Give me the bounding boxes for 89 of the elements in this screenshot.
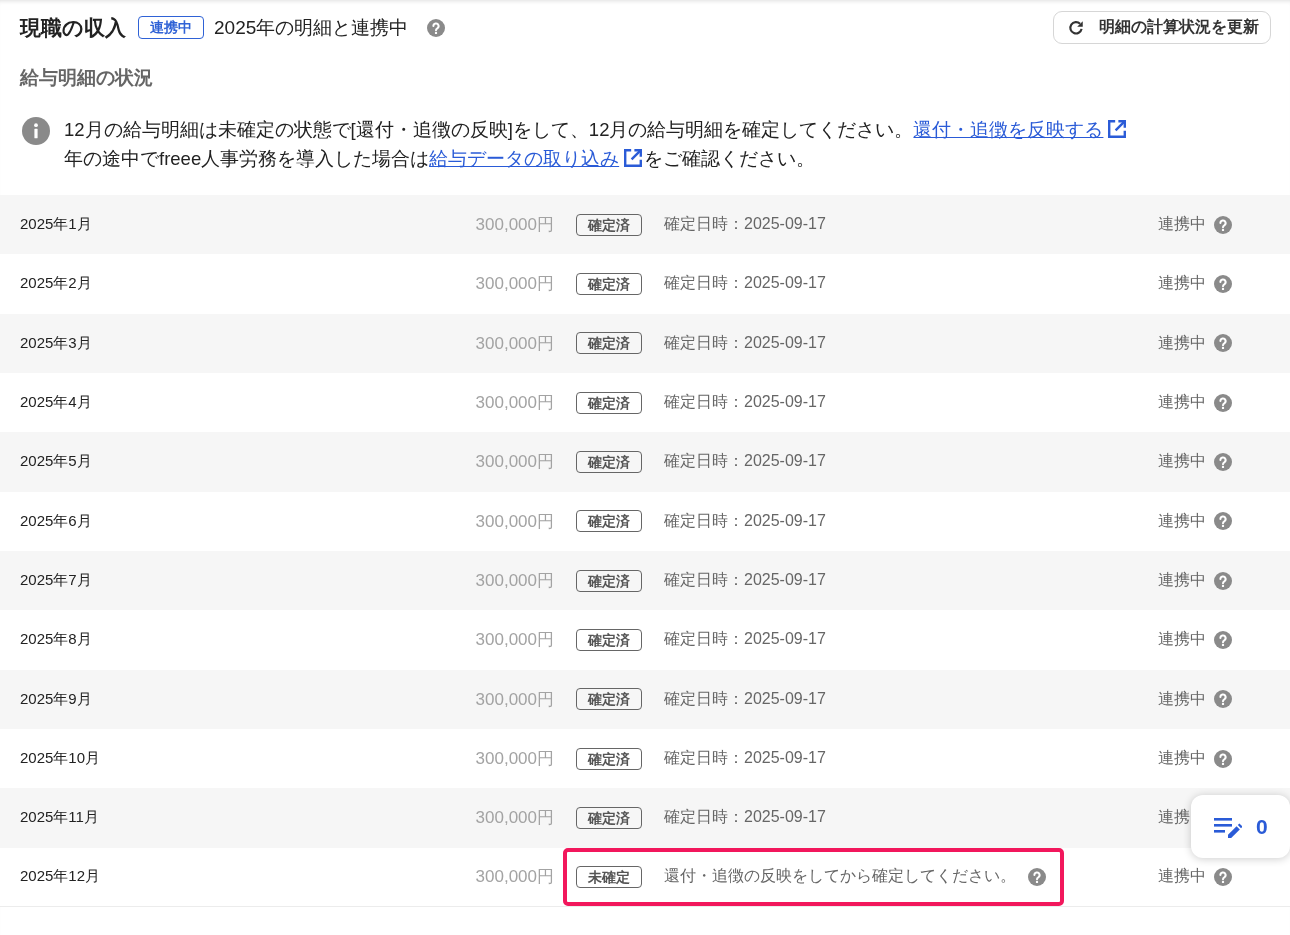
sync-description: 2025年の明細と連携中 (214, 15, 409, 40)
refresh-icon (1067, 18, 1085, 37)
notice-text: 年の途中でfreee人事労務を導入した場合は給与データの取り込み をご確認ください。 (64, 146, 816, 171)
help-link[interactable]: 還付・追徴を反映する (913, 119, 1129, 140)
note-text: 確定日時：2025-09-17 (664, 688, 826, 709)
sync-status-text: 連携中 (1158, 332, 1206, 353)
status-badge: 確定済 (576, 273, 642, 295)
help-icon[interactable] (1214, 512, 1232, 531)
sync-status-text: 連携中 (1158, 570, 1206, 591)
month-label: 2025年6月 (20, 511, 93, 531)
note-text: 確定日時：2025-09-17 (664, 807, 826, 828)
external-link-icon (1106, 118, 1129, 140)
amount-text: 300,000円 (475, 451, 554, 474)
amount-text: 300,000円 (475, 866, 554, 889)
note-text: 確定日時：2025-09-17 (664, 214, 826, 235)
help-link[interactable]: 給与データの取り込み (429, 148, 645, 169)
note-text: 還付・追徴の反映をしてから確定してください。 (664, 866, 1016, 887)
status-badge: 確定済 (576, 806, 642, 829)
notes-button[interactable]: 0 (1191, 795, 1290, 858)
amount-text: 300,000円 (475, 807, 554, 830)
notice-text: 12月の給与明細は未確定の状態で[還付・追徴の反映]をして、12月の給与明細を確定してください。還付・追徴を反映する (64, 115, 1129, 144)
amount-text: 300,000円 (475, 748, 554, 771)
amount-text: 300,000円 (475, 570, 554, 593)
page-title: 現職の収入 (20, 14, 126, 41)
amount-text: 300,000円 (475, 392, 554, 415)
status-badge: 確定済 (576, 688, 642, 711)
sync-status-text: 連携 (1158, 807, 1190, 828)
note-text: 確定日時：2025-09-17 (664, 273, 826, 294)
amount-text: 300,000円 (475, 214, 554, 237)
sync-status-text: 連携中 (1158, 510, 1206, 531)
note-text: 確定日時：2025-09-17 (664, 629, 826, 650)
month-label: 2025年4月 (20, 393, 93, 413)
amount-text: 300,000円 (475, 688, 554, 711)
help-icon[interactable] (1214, 393, 1232, 412)
section-title: 給与明細の状況 (20, 66, 153, 90)
sync-status-text: 連携中 (1158, 273, 1206, 294)
month-label: 2025年7月 (20, 571, 93, 591)
sync-status-text: 連携中 (1158, 748, 1206, 769)
external-link-icon (622, 147, 645, 169)
help-icon[interactable] (1028, 867, 1046, 886)
sync-status-text: 連携中 (1158, 451, 1206, 472)
note-text: 確定日時：2025-09-17 (664, 748, 826, 769)
amount-text: 300,000円 (475, 510, 554, 533)
sync-status-text: 連携中 (1158, 214, 1206, 235)
sync-status-text: 連携中 (1158, 866, 1206, 887)
refresh-button[interactable]: 明細の計算状況を更新 (1053, 11, 1271, 44)
status-badge: 未確定 (576, 865, 642, 888)
info-icon (22, 117, 50, 145)
month-label: 2025年10月 (20, 749, 102, 769)
help-icon[interactable] (1214, 452, 1232, 471)
status-badge: 確定済 (576, 747, 642, 770)
sync-status-badge: 連携中 (138, 16, 204, 39)
help-icon[interactable] (1214, 571, 1232, 590)
help-icon[interactable] (1214, 867, 1232, 886)
amount-text: 300,000円 (475, 273, 554, 296)
month-label: 2025年5月 (20, 452, 93, 472)
list-pencil-icon (1214, 815, 1242, 838)
help-icon[interactable] (1214, 275, 1232, 293)
help-icon[interactable] (1214, 334, 1232, 353)
status-badge: 確定済 (576, 450, 642, 473)
help-icon[interactable] (1214, 690, 1232, 709)
month-label: 2025年1月 (20, 215, 93, 235)
notes-count: 0 (1256, 814, 1268, 839)
help-icon[interactable] (1214, 630, 1232, 649)
amount-text: 300,000円 (475, 332, 554, 355)
amount-text: 300,000円 (475, 629, 554, 652)
note-text: 確定日時：2025-09-17 (664, 510, 826, 531)
sync-status-text: 連携中 (1158, 629, 1206, 650)
help-icon[interactable] (1214, 749, 1232, 768)
month-label: 2025年9月 (20, 689, 93, 709)
status-badge: 確定済 (576, 628, 642, 651)
sync-status-text: 連携中 (1158, 392, 1206, 413)
month-label: 2025年11月 (20, 808, 100, 828)
month-label: 2025年3月 (20, 333, 93, 353)
note-text: 確定日時：2025-09-17 (664, 392, 826, 413)
help-icon[interactable] (427, 18, 446, 37)
status-badge: 確定済 (576, 569, 642, 592)
status-badge: 確定済 (576, 332, 642, 355)
month-label: 2025年12月 (20, 867, 102, 887)
month-label: 2025年8月 (20, 630, 93, 650)
note-text: 確定日時：2025-09-17 (664, 570, 826, 591)
month-label: 2025年2月 (20, 274, 93, 294)
sync-status-text: 連携中 (1158, 688, 1206, 709)
help-icon[interactable] (1214, 215, 1232, 234)
status-badge: 確定済 (576, 391, 642, 414)
note-text: 確定日時：2025-09-17 (664, 451, 826, 472)
status-badge: 確定済 (576, 510, 642, 533)
status-badge: 確定済 (576, 213, 642, 236)
note-text: 確定日時：2025-09-17 (664, 332, 826, 353)
